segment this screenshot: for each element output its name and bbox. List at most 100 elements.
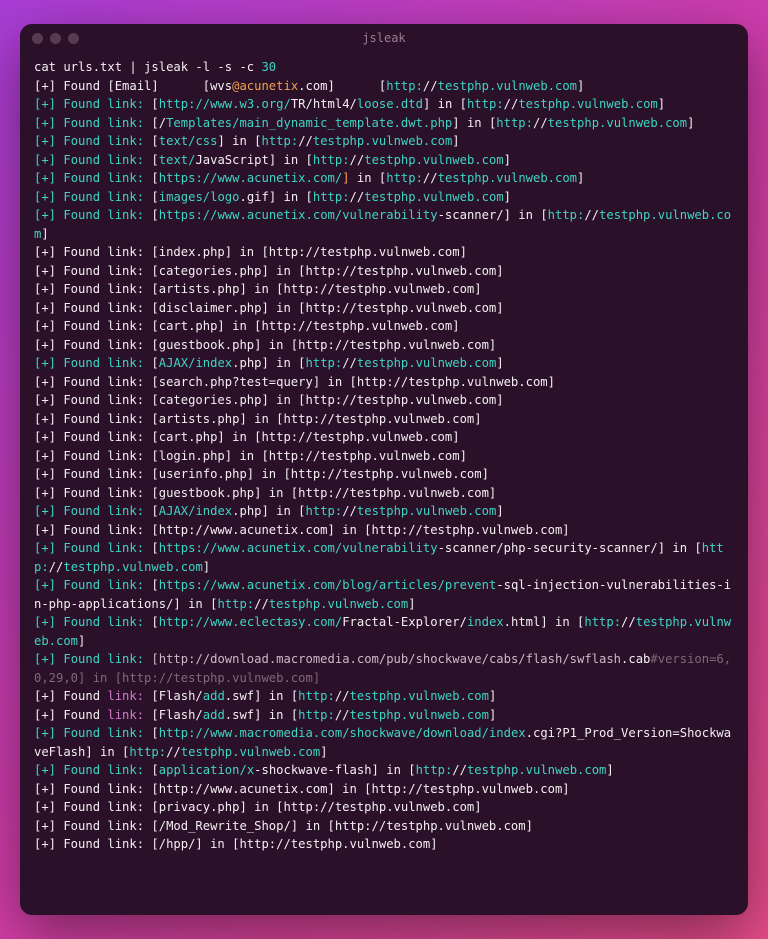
text-segment: ]	[577, 79, 584, 93]
text-segment: [+]	[34, 171, 56, 185]
text-segment: [	[144, 208, 159, 222]
output-line: [+] Found link: [https://www.acunetix.co…	[34, 576, 734, 613]
text-segment: Templates/main_dynamic_template.dwt.php	[166, 116, 452, 130]
text-segment: ]	[41, 227, 48, 241]
text-segment: //	[298, 134, 313, 148]
text-segment: Found link:	[63, 726, 144, 740]
output-line: [+] Found link: [artists.php] in [http:/…	[34, 410, 734, 429]
text-segment: -scanner/php-security-scanner/] in [	[438, 541, 702, 555]
text-segment: //	[342, 504, 357, 518]
terminal-content[interactable]: cat urls.txt | jsleak -l -s -c 30 [+] Fou…	[20, 52, 748, 915]
text-segment: http:	[386, 171, 423, 185]
text-segment: [+]	[34, 97, 56, 111]
text-segment: //	[335, 708, 350, 722]
text-segment: Found link:	[63, 615, 144, 629]
text-segment: .com] [	[298, 79, 386, 93]
text-segment: [+] Found link: [guestbook.php] in [http…	[34, 338, 496, 352]
text-segment: http:	[298, 689, 335, 703]
text-segment: ]	[408, 597, 415, 611]
text-segment: testphp.vulnweb.com	[269, 597, 408, 611]
text-segment: [/	[144, 116, 166, 130]
text-segment: [+]	[34, 726, 56, 740]
text-segment: [+]	[34, 356, 56, 370]
text-segment: .cab	[621, 652, 650, 666]
text-segment: [Flash/	[144, 689, 203, 703]
titlebar: jsleak	[20, 24, 748, 52]
text-segment: //	[452, 763, 467, 777]
text-segment: [+] Found link: [privacy.php] in [http:/…	[34, 800, 482, 814]
text-segment: text/css	[159, 134, 218, 148]
text-segment: Found link:	[63, 504, 144, 518]
text-segment: [	[144, 615, 159, 629]
text-segment: ]	[489, 689, 496, 703]
output-line: [+] Found link: [privacy.php] in [http:/…	[34, 798, 734, 817]
text-segment: testphp.vulnweb.com	[350, 708, 489, 722]
text-segment: testphp.vulnweb.com	[313, 134, 452, 148]
text-segment: ]	[496, 356, 503, 370]
text-segment: add	[203, 708, 225, 722]
output-line: [+] Found link: [http://www.acunetix.com…	[34, 521, 734, 540]
text-segment: testphp.vulnweb.com	[438, 79, 577, 93]
output-line: [+] Found link: [search.php?test=query] …	[34, 373, 734, 392]
text-segment: [+]	[34, 541, 56, 555]
text-segment: https://www.acunetix.com/vulnerability	[159, 208, 438, 222]
text-segment: [+]	[34, 652, 56, 666]
text-segment: testphp.vulnweb.com	[438, 171, 577, 185]
text-segment: ]	[577, 171, 584, 185]
text-segment: [	[144, 504, 159, 518]
text-segment: //	[166, 745, 181, 759]
output-line: [+] Found link: [artists.php] in [http:/…	[34, 280, 734, 299]
text-segment: index	[467, 615, 504, 629]
text-segment: Found link:	[63, 153, 144, 167]
output-line: [+] Found link: [http://www.macromedia.c…	[34, 724, 734, 761]
output-line: [+] Found link: [http://www.eclectasy.co…	[34, 613, 734, 650]
text-segment: 30	[261, 60, 276, 74]
close-dot[interactable]	[32, 33, 43, 44]
text-segment: ]	[687, 116, 694, 130]
text-segment: link:	[107, 689, 144, 703]
text-segment: [	[144, 97, 159, 111]
command-line: cat urls.txt | jsleak -l -s -c 30	[34, 58, 734, 77]
text-segment: JavaScript] in [	[195, 153, 312, 167]
text-segment: Found link:	[63, 208, 144, 222]
text-segment: ]	[320, 745, 327, 759]
text-segment: ]	[489, 708, 496, 722]
text-segment: add	[203, 689, 225, 703]
text-segment: //	[504, 97, 519, 111]
text-segment: [+] Found link: [cart.php] in [http://te…	[34, 319, 460, 333]
text-segment: Found link:	[63, 171, 144, 185]
output-line: [+] Found link: [categories.php] in [htt…	[34, 391, 734, 410]
text-segment: //	[49, 560, 64, 574]
text-segment: -shockwave-flash] in [	[254, 763, 415, 777]
output-line: [+] Found link: [application/x-shockwave…	[34, 761, 734, 780]
text-segment: Found link:	[63, 116, 144, 130]
output-line: [+] Found link: [http://download.macrome…	[34, 650, 734, 687]
text-segment: ]	[342, 171, 349, 185]
text-segment: [+] Found link: [http://www.acunetix.com…	[34, 523, 570, 537]
maximize-dot[interactable]	[68, 33, 79, 44]
text-segment: [+] Found link: [/Mod_Rewrite_Shop/] in …	[34, 819, 533, 833]
output-line: [+] Found link: [text/JavaScript] in [ht…	[34, 151, 734, 170]
text-segment: Found link:	[63, 541, 144, 555]
text-segment: ]	[452, 134, 459, 148]
text-segment: [http://download.macromedia.com/pub/shoc…	[151, 652, 621, 666]
text-segment: [	[144, 171, 159, 185]
text-segment: application/x	[159, 763, 254, 777]
output-line: [+] Found link: [images/logo.gif] in [ht…	[34, 188, 734, 207]
text-segment: https://www.acunetix.com/	[159, 171, 342, 185]
output-line: [+] Found link: [https://www.acunetix.co…	[34, 169, 734, 188]
output-line: [+] Found link: [cart.php] in [http://te…	[34, 428, 734, 447]
output-line: [+] Found link: [Flash/add.swf] in [http…	[34, 687, 734, 706]
traffic-lights	[32, 33, 79, 44]
text-segment: http:	[386, 79, 423, 93]
text-segment: Found link:	[63, 578, 144, 592]
text-segment: http:	[313, 190, 350, 204]
text-segment: [	[144, 541, 159, 555]
text-segment: .php] in [	[232, 356, 305, 370]
minimize-dot[interactable]	[50, 33, 61, 44]
text-segment: http://www.macromedia.com/shockwave/down…	[159, 726, 526, 740]
text-segment: http:	[298, 708, 335, 722]
text-segment: [+] Found link: [index.php] in [http://t…	[34, 245, 467, 259]
text-segment: loose.dtd	[357, 97, 423, 111]
window-title: jsleak	[20, 31, 748, 45]
